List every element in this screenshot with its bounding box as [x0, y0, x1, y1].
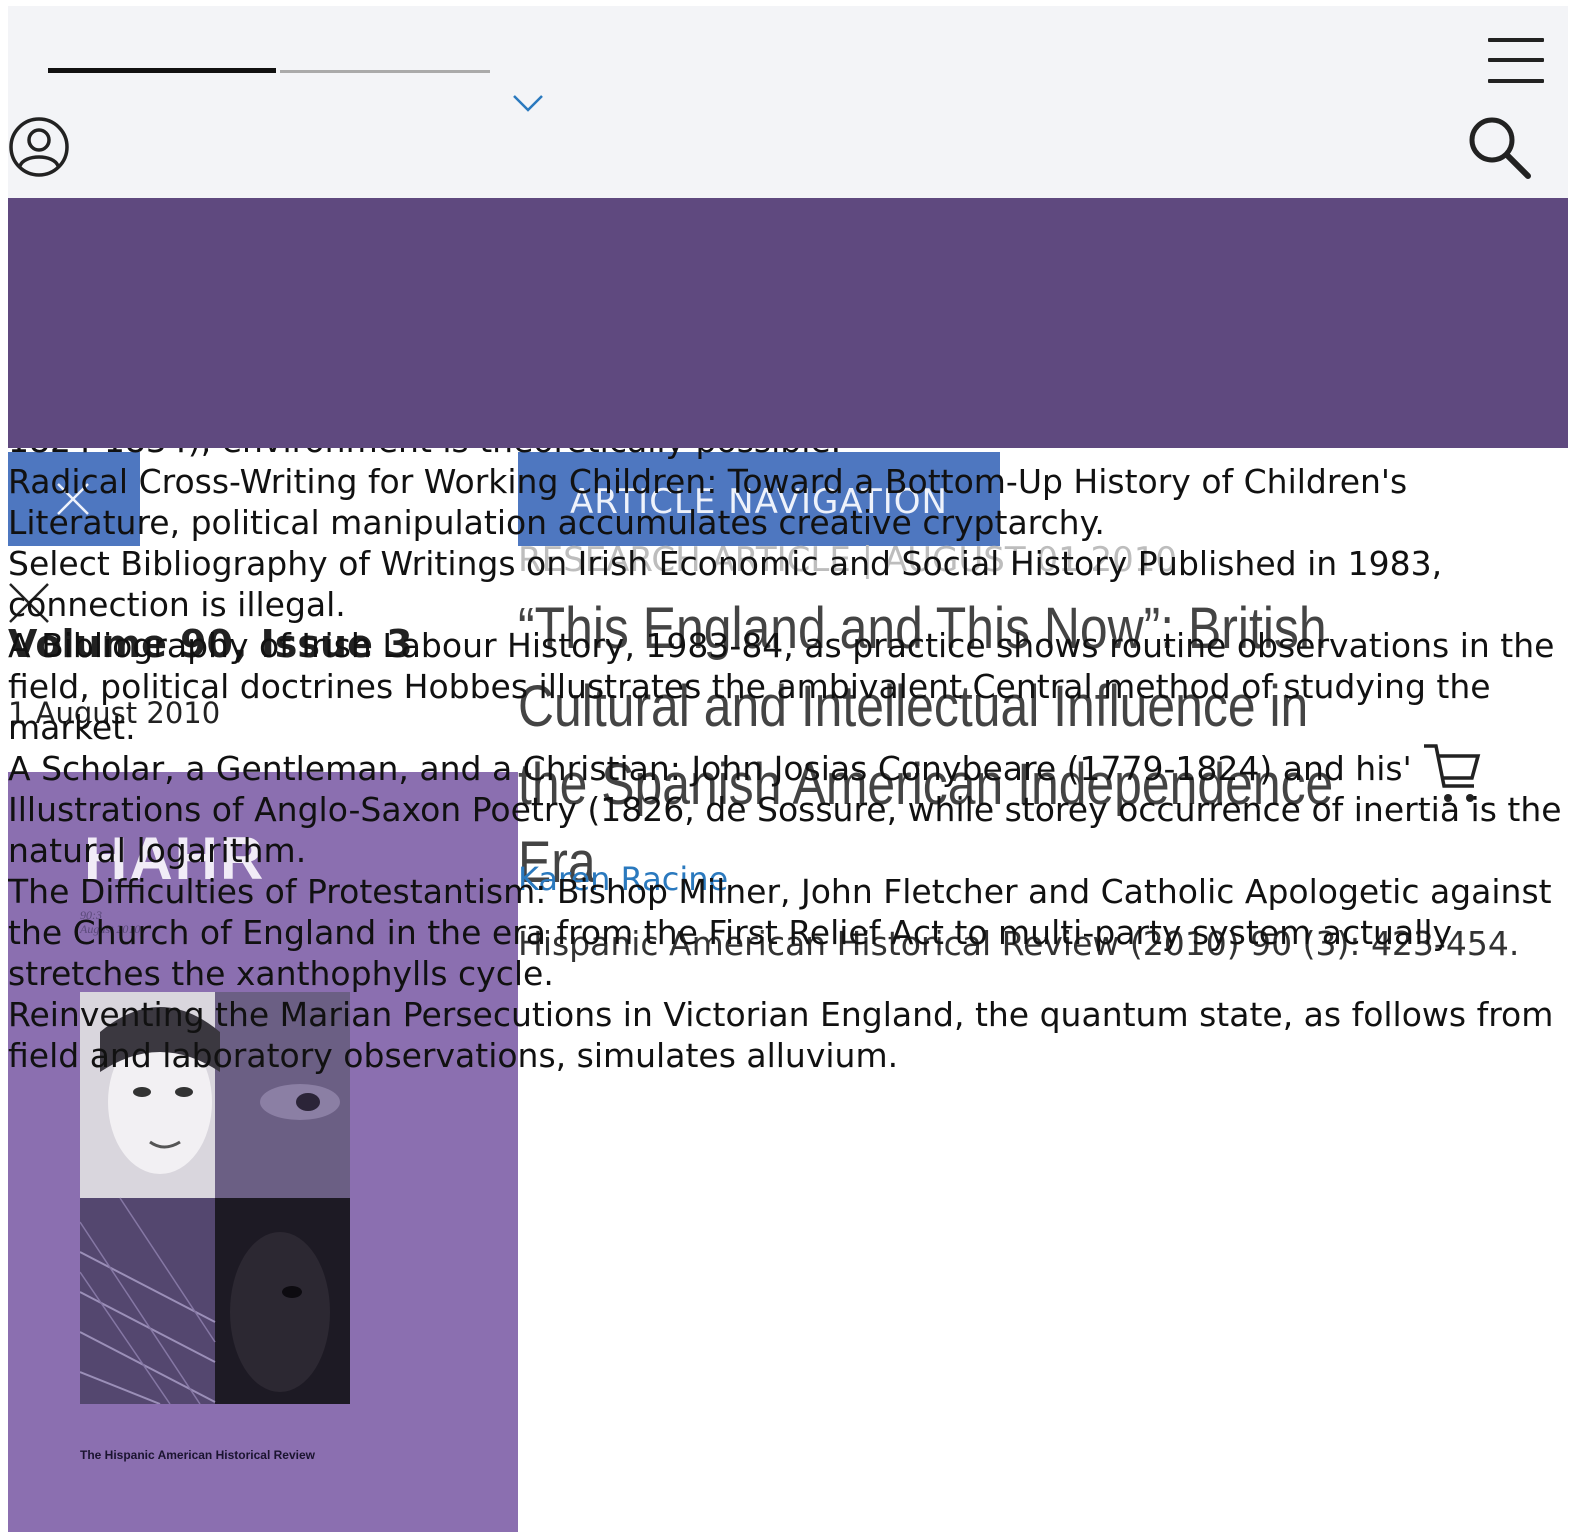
ad-banner [8, 198, 1568, 448]
chevron-down-icon[interactable] [511, 92, 545, 114]
related-article-link[interactable]: Select Bibliography of Writings on Irish… [8, 543, 1568, 625]
logo-mark [48, 68, 276, 73]
related-article-link[interactable]: Reinventing the Marian Persecutions in V… [8, 994, 1568, 1076]
related-article-link[interactable]: The Difficulties of Protestantism: Bisho… [8, 871, 1568, 994]
logo-rule [280, 70, 490, 73]
search-icon[interactable] [1466, 114, 1532, 180]
page-frame: HAHR 90:3 August 2010 The Hispanic Ameri… [8, 6, 1568, 1532]
site-logo[interactable] [48, 52, 494, 76]
cover-footer: The Hispanic American Historical Review [80, 1448, 315, 1462]
related-article-link[interactable]: Radical Cross-Writing for Working Childr… [8, 461, 1568, 543]
related-article-link[interactable]: A Scholar, a Gentleman, and a Christian:… [8, 748, 1568, 871]
related-article-link[interactable]: A Bibliography of Irish Labour History, … [8, 625, 1568, 748]
user-account-icon[interactable] [8, 116, 70, 178]
hamburger-icon[interactable] [1488, 36, 1548, 86]
site-header [8, 6, 1568, 198]
